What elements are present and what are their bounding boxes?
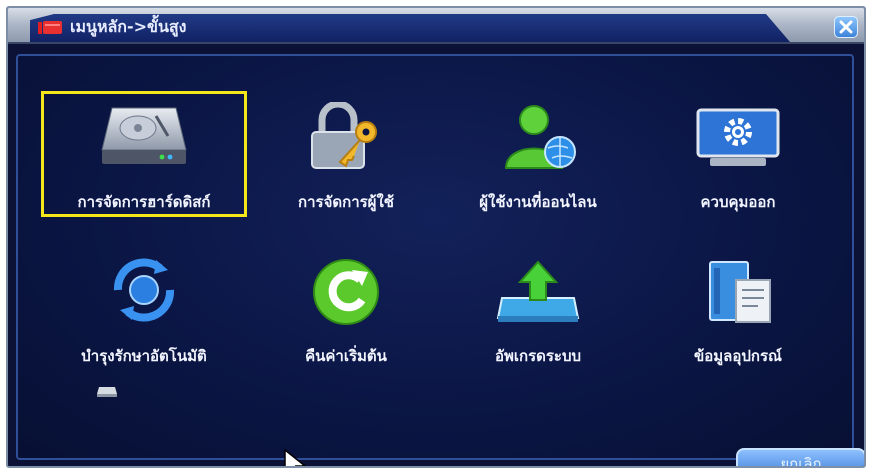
device-info-icon (709, 261, 771, 323)
window-title: เมนูหลัก->ขั้นสูง (70, 17, 187, 36)
menu-item-label: คืนค่าเริ่มต้น (305, 347, 387, 365)
menu-item-user-management[interactable]: การจัดการผู้ใช้ (246, 94, 446, 214)
auto-maintain-icon (113, 258, 175, 322)
cancel-button[interactable]: ยกเลิก (736, 448, 864, 466)
advanced-menu-window: เมนูหลัก->ขั้นสูง การจัดการฮาร์ดดิสก์ กา… (6, 6, 866, 468)
menu-item-online-users[interactable]: ผู้ใช้งานที่ออนไลน (438, 94, 638, 214)
menu-item-label: ผู้ใช้งานที่ออนไลน (479, 193, 597, 211)
hard-disk-icon (101, 107, 187, 164)
menu-panel: การจัดการฮาร์ดดิสก์ การจัดการผู้ใช้ ผู้ใ… (16, 54, 864, 466)
online-user-icon (504, 105, 576, 169)
menu-item-label: การจัดการผู้ใช้ (298, 193, 394, 211)
menu-item-label: ควบคุมออก (700, 193, 776, 211)
title-bar: เมนูหลัก->ขั้นสูง (8, 8, 864, 44)
disk-status-icon (97, 387, 117, 397)
menu-item-restore-defaults[interactable]: คืนค่าเริ่มต้น (246, 248, 446, 368)
menu-flag-icon (38, 21, 62, 34)
restore-default-icon (313, 259, 379, 325)
menu-item-hard-disk-management[interactable]: การจัดการฮาร์ดดิสก์ (41, 91, 247, 217)
close-button[interactable] (834, 16, 858, 38)
system-upgrade-icon (496, 260, 580, 322)
menu-item-device-info[interactable]: ข้อมูลอุปกรณ์ (638, 248, 838, 368)
menu-item-label: บำรุงรักษาอัตโนมัติ (81, 347, 207, 365)
lock-key-icon (311, 102, 377, 169)
menu-item-system-upgrade[interactable]: อัพเกรดระบบ (438, 248, 638, 368)
menu-item-auto-maintenance[interactable]: บำรุงรักษาอัตโนมัติ (44, 248, 244, 368)
output-control-icon (696, 108, 780, 166)
menu-item-label: ข้อมูลอุปกรณ์ (694, 347, 782, 365)
menu-item-label: การจัดการฮาร์ดดิสก์ (77, 193, 211, 211)
close-x-icon (839, 20, 853, 34)
menu-item-label: อัพเกรดระบบ (494, 347, 582, 365)
menu-item-output-control[interactable]: ควบคุมออก (638, 94, 838, 214)
mouse-cursor-icon (284, 448, 307, 466)
